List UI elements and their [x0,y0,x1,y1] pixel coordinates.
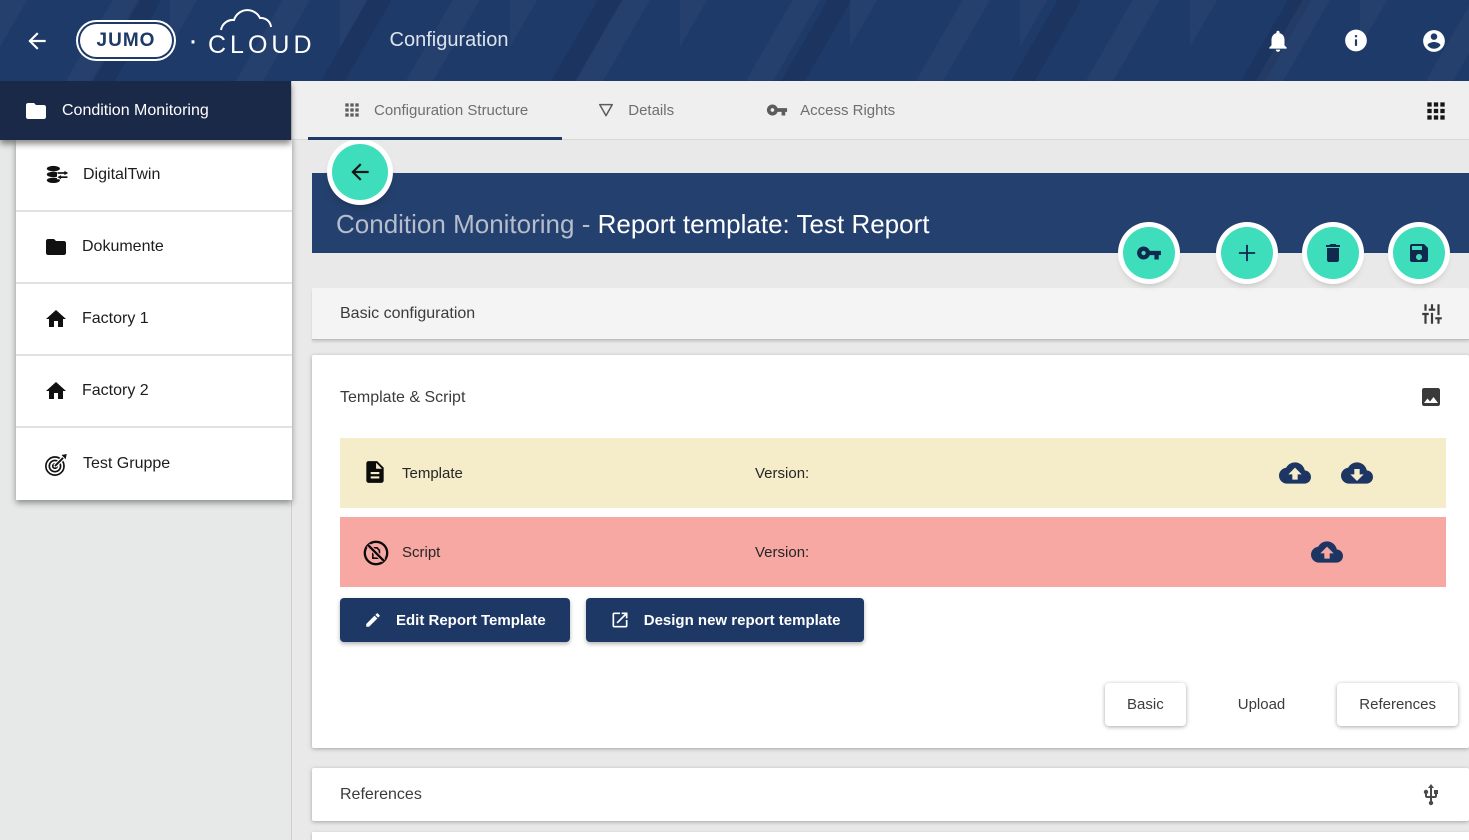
save-icon [1407,241,1431,265]
references-button[interactable]: References [1337,683,1458,726]
folder-icon [44,235,68,259]
access-key-button[interactable] [1123,227,1175,279]
basic-button[interactable]: Basic [1105,683,1186,726]
detail-title-context: Condition Monitoring - [336,209,598,240]
upload-button[interactable]: Upload [1216,683,1308,726]
tune-sliders-icon[interactable] [1419,301,1445,327]
detail-title-main: Report template: Test Report [598,209,930,240]
sidebar-children-card: DigitalTwin Dokumente Factory 1 Factory … [16,140,292,500]
account-icon[interactable] [1421,28,1447,54]
pencil-icon [364,611,382,629]
app-bar-actions [1265,28,1469,54]
grid-icon [342,100,362,120]
detail-header-band: Condition Monitoring - Report template: … [312,173,1469,253]
app-bar: JUMO · CLOUD Configuration [0,0,1469,81]
key-icon [766,99,788,121]
cloud-download-icon[interactable] [1341,457,1373,489]
cloud-upload-icon[interactable] [1311,536,1343,568]
image-icon[interactable] [1419,385,1443,409]
sidebar-item-test-gruppe[interactable]: Test Gruppe [16,428,292,500]
document-icon [362,459,390,487]
basic-configuration-panel[interactable]: Basic configuration [312,288,1469,340]
tab-label: Configuration Structure [374,102,528,119]
funnel-icon [596,100,616,120]
apps-grid-icon[interactable] [1423,98,1449,124]
add-button[interactable] [1221,227,1273,279]
design-new-report-template-button[interactable]: Design new report template [586,598,865,642]
tab-label: Details [628,102,674,119]
template-script-card: Template & Script Template Version: [312,355,1469,748]
notifications-bell-icon[interactable] [1265,28,1291,54]
card-footer-buttons: Basic Upload References [1105,683,1458,726]
main-content: Configuration Structure Details Access R… [292,81,1469,840]
open-in-new-icon [610,610,630,630]
sidebar-item-label: Test Gruppe [83,455,170,473]
save-button[interactable] [1393,227,1445,279]
tab-details[interactable]: Details [562,81,708,139]
usb-icon[interactable] [1419,783,1443,807]
target-icon [44,452,69,477]
template-row: Template Version: [340,438,1446,508]
jumo-cloud-screen: JUMO · CLOUD Configuration [0,0,1469,840]
cloud-upload-icon[interactable] [1279,457,1311,489]
row-label: Script [402,544,440,561]
sidebar-item-factory-1[interactable]: Factory 1 [16,284,292,356]
workspace: Condition Monitoring - Report template: … [292,140,1469,840]
references-panel[interactable]: References [312,768,1469,821]
logo-separator: · [188,24,198,58]
back-arrow-icon[interactable] [22,26,52,56]
jumo-logo: JUMO [80,24,172,57]
button-label: Edit Report Template [396,612,546,629]
key-icon [1136,240,1162,266]
tab-configuration-structure[interactable]: Configuration Structure [308,81,562,139]
page-title: Configuration [390,29,509,52]
home-icon [44,307,68,331]
tab-access-rights[interactable]: Access Rights [732,81,929,139]
sidebar-item-label: Factory 2 [82,382,149,400]
sidebar-item-label: Dokumente [82,238,164,256]
sidebar-item-dokumente[interactable]: Dokumente [16,212,292,284]
info-icon[interactable] [1343,28,1369,54]
version-label: Version: [755,465,809,482]
trash-icon [1321,241,1345,265]
no-script-icon [362,538,390,566]
jumo-cloud-logo: JUMO · CLOUD [80,21,316,60]
next-panel-partial [312,832,1469,840]
edit-report-template-button[interactable]: Edit Report Template [340,598,570,642]
tab-label: Access Rights [800,102,895,119]
back-arrow-icon [347,159,373,185]
sidebar-item-label: DigitalTwin [83,166,160,184]
panel-title: Basic configuration [340,305,475,323]
back-fab-button[interactable] [332,144,388,200]
version-label: Version: [755,544,809,561]
card-title: Template & Script [340,389,465,407]
tabs-bar: Configuration Structure Details Access R… [292,81,1469,140]
navigation-sidebar: Condition Monitoring DigitalTwin Dokumen… [0,81,292,840]
home-icon [44,379,68,403]
delete-button[interactable] [1307,227,1359,279]
sidebar-item-factory-2[interactable]: Factory 2 [16,356,292,428]
row-label: Template [402,465,463,482]
folder-icon [24,99,48,123]
script-row: Script Version: [340,517,1446,587]
cloud-icon [218,8,284,32]
cloud-logo: CLOUD [208,21,316,60]
sidebar-item-label: Condition Monitoring [62,102,209,120]
panel-title: References [340,786,422,804]
button-label: Design new report template [644,612,841,629]
sidebar-item-label: Factory 1 [82,310,149,328]
template-action-buttons: Edit Report Template Design new report t… [340,598,864,642]
plus-icon [1234,240,1260,266]
sidebar-item-digitaltwin[interactable]: DigitalTwin [16,140,292,212]
digital-twin-icon [44,163,69,188]
sidebar-item-condition-monitoring[interactable]: Condition Monitoring [0,81,291,140]
